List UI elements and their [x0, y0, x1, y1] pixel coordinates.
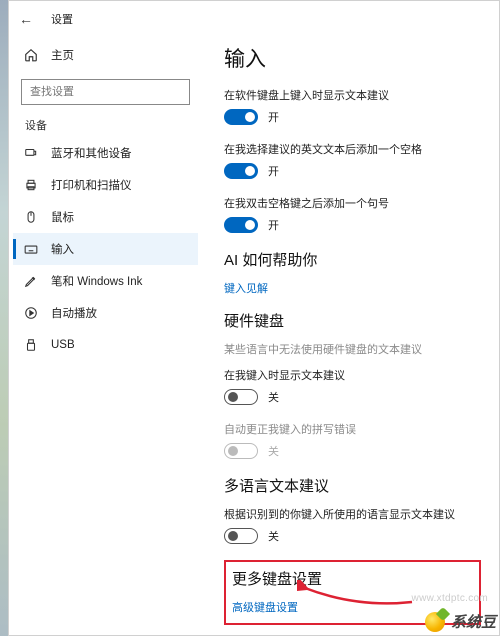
- sidebar-item-printers[interactable]: 打印机和扫描仪: [13, 169, 198, 201]
- hw-opt2-label: 自动更正我键入的拼写错误: [224, 421, 481, 437]
- opt3-state: 开: [268, 217, 279, 233]
- pen-icon: [23, 273, 39, 289]
- watermark: 系统豆: [425, 611, 496, 632]
- usb-icon: [23, 337, 39, 353]
- sidebar-item-label: USB: [51, 339, 75, 351]
- watermark-logo-icon: [425, 612, 445, 632]
- opt1-state: 开: [268, 109, 279, 125]
- sidebar-item-bluetooth[interactable]: 蓝牙和其他设备: [13, 137, 198, 169]
- home-icon: [23, 47, 39, 63]
- sidebar-item-label: 输入: [51, 241, 74, 257]
- sidebar-item-usb[interactable]: USB: [13, 329, 198, 361]
- sidebar-item-label: 笔和 Windows Ink: [51, 273, 142, 289]
- hw-opt2-toggle: [224, 443, 258, 459]
- opt2-label: 在我选择建议的英文文本后添加一个空格: [224, 141, 481, 157]
- sidebar-item-label: 自动播放: [51, 305, 97, 321]
- multi-heading: 多语言文本建议: [224, 475, 481, 496]
- opt1-toggle[interactable]: [224, 109, 258, 125]
- hw-opt1-toggle[interactable]: [224, 389, 258, 405]
- ai-link[interactable]: 键入见解: [224, 280, 481, 296]
- hw-desc: 某些语言中无法使用硬件键盘的文本建议: [224, 341, 481, 357]
- multi-state: 关: [268, 528, 279, 544]
- autoplay-icon: [23, 305, 39, 321]
- opt2-state: 开: [268, 163, 279, 179]
- hw-heading: 硬件键盘: [224, 310, 481, 331]
- keyboard-icon: [23, 241, 39, 257]
- page-title: 输入: [224, 43, 481, 73]
- settings-window: ← 设置 主页 设备 蓝牙和其他设备: [8, 0, 500, 636]
- more-heading: 更多键盘设置: [232, 568, 473, 589]
- watermark-url: www.xtdptc.com: [412, 593, 488, 604]
- opt2-toggle[interactable]: [224, 163, 258, 179]
- hw-opt1-state: 关: [268, 389, 279, 405]
- watermark-text: 系统豆: [451, 611, 496, 632]
- sidebar-item-label: 蓝牙和其他设备: [51, 145, 132, 161]
- desktop-edge-strip: [0, 0, 8, 636]
- window-title: 设置: [51, 11, 73, 27]
- back-icon[interactable]: ←: [19, 11, 37, 27]
- sidebar-item-mouse[interactable]: 鼠标: [13, 201, 198, 233]
- search-wrap: [21, 79, 190, 105]
- sidebar-item-label: 打印机和扫描仪: [51, 177, 132, 193]
- hw-opt2-state: 关: [268, 443, 279, 459]
- hw-opt1-label: 在我键入时显示文本建议: [224, 367, 481, 383]
- opt3-toggle[interactable]: [224, 217, 258, 233]
- ai-heading: AI 如何帮助你: [224, 249, 481, 270]
- sidebar-home-label: 主页: [51, 47, 74, 63]
- sidebar-item-pen[interactable]: 笔和 Windows Ink: [13, 265, 198, 297]
- search-input[interactable]: [21, 79, 190, 105]
- opt1-label: 在软件键盘上键入时显示文本建议: [224, 87, 481, 103]
- titlebar: ← 设置: [9, 1, 499, 37]
- printer-icon: [23, 177, 39, 193]
- sidebar-item-label: 鼠标: [51, 209, 74, 225]
- sidebar-home[interactable]: 主页: [13, 39, 198, 71]
- multi-toggle[interactable]: [224, 528, 258, 544]
- opt3-label: 在我双击空格键之后添加一个句号: [224, 195, 481, 211]
- sidebar-group-label: 设备: [13, 117, 198, 133]
- multi-desc: 根据识别到的你键入所使用的语言显示文本建议: [224, 506, 481, 522]
- content-pane: 输入 在软件键盘上键入时显示文本建议 开 在我选择建议的英文文本后添加一个空格 …: [202, 37, 499, 635]
- sidebar: 主页 设备 蓝牙和其他设备 打印机和扫描仪: [9, 37, 202, 635]
- bluetooth-icon: [23, 145, 39, 161]
- sidebar-item-autoplay[interactable]: 自动播放: [13, 297, 198, 329]
- mouse-icon: [23, 209, 39, 225]
- sidebar-item-typing[interactable]: 输入: [13, 233, 198, 265]
